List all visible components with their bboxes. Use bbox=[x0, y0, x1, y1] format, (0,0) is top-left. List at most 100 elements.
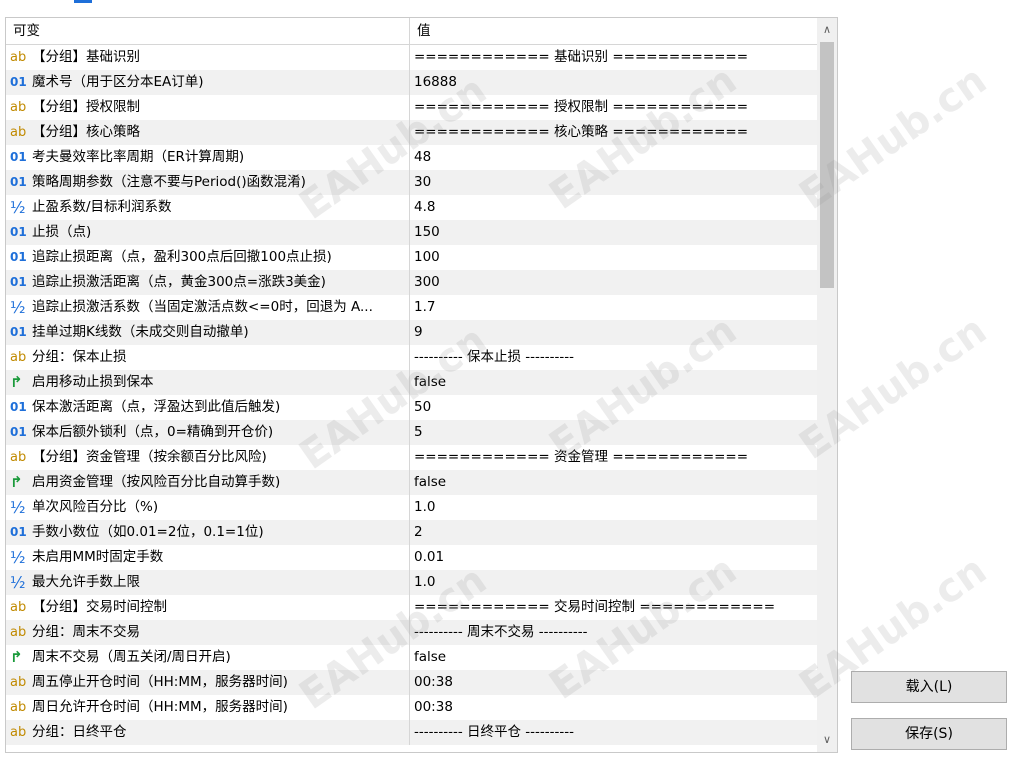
bool-icon: ↱ bbox=[10, 373, 23, 391]
integer-icon: 01 bbox=[10, 275, 27, 289]
table-row[interactable]: ↱ 周末不交易（周五关闭/周日开启) false bbox=[6, 645, 817, 670]
parameter-value[interactable]: ============ 资金管理 ============ bbox=[410, 445, 817, 470]
scrollbar-thumb[interactable] bbox=[820, 42, 834, 288]
parameter-name-cell: 01 考夫曼效率比率周期（ER计算周期) bbox=[6, 145, 410, 170]
table-row[interactable]: ab 【分组】核心策略 ============ 核心策略 ============ bbox=[6, 120, 817, 145]
parameter-value[interactable]: 300 bbox=[410, 270, 817, 295]
parameter-value[interactable]: 1.7 bbox=[410, 295, 817, 320]
parameter-name-cell: ↱ 周末不交易（周五关闭/周日开启) bbox=[6, 645, 410, 670]
table-row[interactable]: ½ 止盈系数/目标利润系数 4.8 bbox=[6, 195, 817, 220]
parameter-value[interactable]: ============ 授权限制 ============ bbox=[410, 95, 817, 120]
vertical-scrollbar[interactable]: ∧ ∨ bbox=[817, 18, 837, 752]
parameter-value[interactable]: false bbox=[410, 470, 817, 495]
table-row[interactable]: ab 【分组】交易时间控制 ============ 交易时间控制 ========… bbox=[6, 595, 817, 620]
parameter-value[interactable]: 9 bbox=[410, 320, 817, 345]
column-header-name[interactable]: 可变 bbox=[6, 18, 410, 44]
parameter-rows: ab 【分组】基础识别 ============ 基础识别 ============… bbox=[6, 45, 817, 745]
string-icon: ab bbox=[10, 125, 27, 140]
parameter-name: 保本后额外锁利（点，0=精确到开仓价) bbox=[32, 424, 274, 440]
parameter-value[interactable]: ---------- 周末不交易 ---------- bbox=[410, 620, 817, 645]
table-row[interactable]: 01 挂单过期K线数（未成交则自动撤单) 9 bbox=[6, 320, 817, 345]
table-row[interactable]: ½ 单次风险百分比（%) 1.0 bbox=[6, 495, 817, 520]
parameter-name-cell: ab 周五停止开仓时间（HH:MM，服务器时间) bbox=[6, 670, 410, 695]
parameter-value[interactable]: 1.0 bbox=[410, 570, 817, 595]
table-row[interactable]: ab 【分组】资金管理（按余额百分比风险) ============ 资金管理 ==… bbox=[6, 445, 817, 470]
parameter-name-cell: ½ 追踪止损激活系数（当固定激活点数<=0时，回退为 A... bbox=[6, 295, 410, 320]
table-row[interactable]: ab 分组：保本止损 ---------- 保本止损 ---------- bbox=[6, 345, 817, 370]
parameter-name-cell: 01 保本激活距离（点，浮盈达到此值后触发) bbox=[6, 395, 410, 420]
double-icon: ½ bbox=[10, 298, 26, 317]
table-row[interactable]: ↱ 启用移动止损到保本 false bbox=[6, 370, 817, 395]
parameter-value[interactable]: 100 bbox=[410, 245, 817, 270]
parameter-name: 分组：保本止损 bbox=[32, 349, 127, 365]
parameter-name-cell: 01 止损（点) bbox=[6, 220, 410, 245]
parameter-value[interactable]: 2 bbox=[410, 520, 817, 545]
parameter-value[interactable]: 00:38 bbox=[410, 695, 817, 720]
parameter-value[interactable]: ---------- 日终平仓 ---------- bbox=[410, 720, 817, 745]
table-row[interactable]: 01 手数小数位（如0.01=2位，0.1=1位) 2 bbox=[6, 520, 817, 545]
parameter-name-cell: 01 追踪止损激活距离（点，黄金300点=涨跌3美金) bbox=[6, 270, 410, 295]
parameter-value[interactable]: 50 bbox=[410, 395, 817, 420]
table-row[interactable]: ab 【分组】授权限制 ============ 授权限制 ============ bbox=[6, 95, 817, 120]
parameter-value[interactable]: 48 bbox=[410, 145, 817, 170]
table-row[interactable]: ½ 追踪止损激活系数（当固定激活点数<=0时，回退为 A... 1.7 bbox=[6, 295, 817, 320]
parameter-name-cell: 01 挂单过期K线数（未成交则自动撤单) bbox=[6, 320, 410, 345]
parameter-value[interactable]: false bbox=[410, 645, 817, 670]
parameter-value[interactable]: 4.8 bbox=[410, 195, 817, 220]
table-row[interactable]: 01 追踪止损激活距离（点，黄金300点=涨跌3美金) 300 bbox=[6, 270, 817, 295]
parameter-value[interactable]: false bbox=[410, 370, 817, 395]
table-row[interactable]: 01 保本激活距离（点，浮盈达到此值后触发) 50 bbox=[6, 395, 817, 420]
parameter-name: 追踪止损距离（点，盈利300点后回撤100点止损) bbox=[32, 249, 332, 265]
table-row[interactable]: 01 追踪止损距离（点，盈利300点后回撤100点止损) 100 bbox=[6, 245, 817, 270]
table-row[interactable]: ab 分组：日终平仓 ---------- 日终平仓 ---------- bbox=[6, 720, 817, 745]
parameter-value[interactable]: 00:38 bbox=[410, 670, 817, 695]
table-row[interactable]: 01 策略周期参数（注意不要与Period()函数混淆) 30 bbox=[6, 170, 817, 195]
parameter-name: 追踪止损激活系数（当固定激活点数<=0时，回退为 A... bbox=[32, 299, 373, 315]
table-row[interactable]: 01 魔术号（用于区分本EA订单) 16888 bbox=[6, 70, 817, 95]
parameter-name: 【分组】核心策略 bbox=[32, 124, 140, 140]
table-row[interactable]: ab 分组：周末不交易 ---------- 周末不交易 ---------- bbox=[6, 620, 817, 645]
integer-icon: 01 bbox=[10, 400, 27, 414]
table-row[interactable]: ab 【分组】基础识别 ============ 基础识别 ============ bbox=[6, 45, 817, 70]
table-row[interactable]: 01 考夫曼效率比率周期（ER计算周期) 48 bbox=[6, 145, 817, 170]
parameter-value[interactable]: ---------- 保本止损 ---------- bbox=[410, 345, 817, 370]
parameter-value[interactable]: 5 bbox=[410, 420, 817, 445]
load-button[interactable]: 载入(L) bbox=[851, 671, 1007, 703]
scroll-up-arrow-icon[interactable]: ∧ bbox=[817, 20, 837, 40]
parameter-value[interactable]: 16888 bbox=[410, 70, 817, 95]
table-row[interactable]: ↱ 启用资金管理（按风险百分比自动算手数) false bbox=[6, 470, 817, 495]
save-button[interactable]: 保存(S) bbox=[851, 718, 1007, 750]
parameter-name-cell: ab 【分组】基础识别 bbox=[6, 45, 410, 70]
parameter-name: 考夫曼效率比率周期（ER计算周期) bbox=[32, 149, 245, 165]
parameter-name-cell: 01 策略周期参数（注意不要与Period()函数混淆) bbox=[6, 170, 410, 195]
parameter-name: 挂单过期K线数（未成交则自动撤单) bbox=[32, 324, 249, 340]
parameter-name-cell: 01 手数小数位（如0.01=2位，0.1=1位) bbox=[6, 520, 410, 545]
parameter-value[interactable]: 1.0 bbox=[410, 495, 817, 520]
parameters-grid: 可变 值 ab 【分组】基础识别 ============ 基础识别 =======… bbox=[5, 17, 838, 753]
table-row[interactable]: ab 周日允许开仓时间（HH:MM，服务器时间) 00:38 bbox=[6, 695, 817, 720]
parameter-name-cell: ab 分组：日终平仓 bbox=[6, 720, 410, 745]
parameter-name: 止盈系数/目标利润系数 bbox=[32, 199, 172, 215]
integer-icon: 01 bbox=[10, 150, 27, 164]
parameter-name-cell: ↱ 启用资金管理（按风险百分比自动算手数) bbox=[6, 470, 410, 495]
scroll-down-arrow-icon[interactable]: ∨ bbox=[817, 730, 837, 750]
parameter-value[interactable]: 30 bbox=[410, 170, 817, 195]
parameter-value[interactable]: ============ 交易时间控制 ============ bbox=[410, 595, 817, 620]
column-header-value[interactable]: 值 bbox=[410, 18, 817, 44]
parameter-name: 周末不交易（周五关闭/周日开启) bbox=[32, 649, 231, 665]
bool-icon: ↱ bbox=[10, 648, 23, 666]
integer-icon: 01 bbox=[10, 225, 27, 239]
parameter-value[interactable]: ============ 基础识别 ============ bbox=[410, 45, 817, 70]
parameter-value[interactable]: 0.01 bbox=[410, 545, 817, 570]
table-row[interactable]: 01 止损（点) 150 bbox=[6, 220, 817, 245]
table-row[interactable]: 01 保本后额外锁利（点，0=精确到开仓价) 5 bbox=[6, 420, 817, 445]
table-row[interactable]: ab 周五停止开仓时间（HH:MM，服务器时间) 00:38 bbox=[6, 670, 817, 695]
integer-icon: 01 bbox=[10, 75, 27, 89]
parameter-value[interactable]: 150 bbox=[410, 220, 817, 245]
table-row[interactable]: ½ 最大允许手数上限 1.0 bbox=[6, 570, 817, 595]
parameter-name: 单次风险百分比（%) bbox=[32, 499, 159, 515]
parameter-value[interactable]: ============ 核心策略 ============ bbox=[410, 120, 817, 145]
parameter-name: 分组：周末不交易 bbox=[32, 624, 140, 640]
table-row[interactable]: ½ 未启用MM时固定手数 0.01 bbox=[6, 545, 817, 570]
integer-icon: 01 bbox=[10, 525, 27, 539]
